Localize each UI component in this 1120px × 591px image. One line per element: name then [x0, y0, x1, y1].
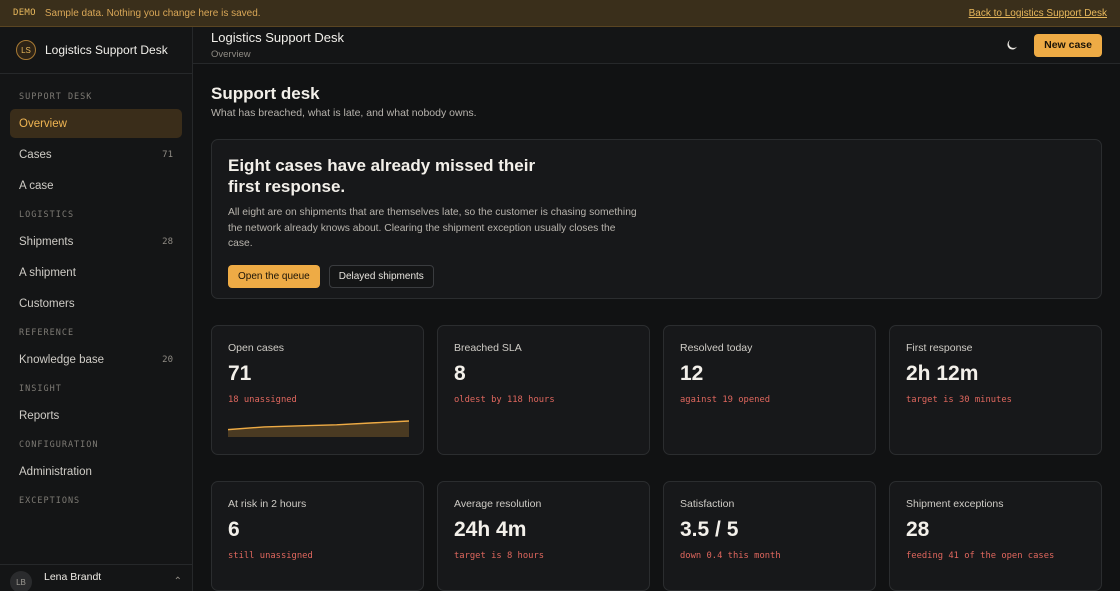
sidebar-nav: SUPPORT DESK Overview Cases 71 A case LOGISTI… — [0, 74, 192, 591]
metric-note: target is 30 minutes — [906, 395, 1012, 405]
sidebar-item-administration[interactable]: Administration — [10, 457, 182, 486]
sidebar-item-count: 20 — [162, 354, 173, 365]
nav-section-title: CONFIGURATION — [19, 440, 99, 450]
metric-note: still unassigned — [228, 551, 313, 561]
metric-value: 71 — [228, 362, 252, 385]
metric-label: Resolved today — [680, 342, 753, 354]
sidebar-item-label: A shipment — [19, 266, 76, 279]
user-menu-icon[interactable]: ⌃ — [174, 576, 182, 587]
metric-label: First response — [906, 342, 973, 354]
topbar: Logistics Support Desk Overview New case — [193, 27, 1120, 64]
new-case-button[interactable]: New case — [1034, 33, 1102, 57]
nav-section-title: REFERENCE — [19, 328, 75, 338]
sidebar-item-count: 71 — [162, 149, 173, 160]
metric-card-average-resolution[interactable]: Average resolution 24h 4m target is 8 hour… — [437, 481, 650, 591]
metrics-row-1: Open cases 71 18 unassigned Breached SLA 8 ol… — [211, 325, 1102, 455]
metric-card-open-cases[interactable]: Open cases 71 18 unassigned — [211, 325, 424, 455]
sidebar-item-label: Overview — [19, 117, 67, 130]
metric-value: 8 — [454, 362, 466, 385]
metric-card-first-response[interactable]: First response 2h 12m target is 30 minutes — [889, 325, 1102, 455]
sidebar-item-count: 28 — [162, 236, 173, 247]
sidebar-item-label: Cases — [19, 148, 52, 161]
alert-body: All eight are on shipments that are them… — [228, 207, 637, 249]
brand-name: Logistics Support Desk — [45, 43, 168, 57]
page-subtitle: What has breached, what is late, and wha… — [211, 107, 477, 119]
sidebar-item-a-case[interactable]: A case — [10, 171, 182, 200]
alert-title: Eight cases have already missed their fi… — [228, 156, 536, 196]
metric-value: 2h 12m — [906, 362, 979, 385]
metric-note: oldest by 118 hours — [454, 395, 555, 405]
metric-value: 28 — [906, 518, 930, 541]
breadcrumb: Overview — [211, 49, 251, 60]
nav-section-title: INSIGHT — [19, 384, 62, 394]
metric-value: 6 — [228, 518, 240, 541]
alert-panel: Eight cases have already missed their fi… — [211, 139, 1102, 299]
metric-value: 12 — [680, 362, 704, 385]
sidebar-item-label: A case — [19, 179, 54, 192]
metric-label: Satisfaction — [680, 498, 735, 510]
nav-section-title: SUPPORT DESK — [19, 92, 93, 102]
metric-note: 18 unassigned — [228, 395, 297, 405]
topbar-title: Logistics Support Desk — [211, 30, 344, 45]
content: Support desk What has breached, what is … — [193, 64, 1120, 591]
nav-section-title: LOGISTICS — [19, 210, 75, 220]
sidebar-item-overview[interactable]: Overview — [10, 109, 182, 138]
sidebar-item-label: Shipments — [19, 235, 74, 248]
sidebar-item-label: Administration — [19, 465, 92, 478]
metric-card-breached-sla[interactable]: Breached SLA 8 oldest by 118 hours — [437, 325, 650, 455]
metrics-row-2: At risk in 2 hours 6 still unassigned Avera… — [211, 481, 1102, 591]
back-link[interactable]: Back to Logistics Support Desk — [969, 8, 1107, 19]
metric-value: 24h 4m — [454, 518, 527, 541]
sidebar-item-cases[interactable]: Cases 71 — [10, 140, 182, 169]
metric-label: Breached SLA — [454, 342, 522, 354]
metric-label: At risk in 2 hours — [228, 498, 307, 510]
demo-tag: DEMO — [13, 8, 36, 18]
page-title: Support desk — [211, 84, 320, 103]
sparkline-area — [228, 421, 409, 437]
user-avatar: LB — [10, 571, 32, 591]
sidebar-item-label: Customers — [19, 297, 75, 310]
metric-label: Average resolution — [454, 498, 542, 510]
brand-avatar: LS — [16, 40, 36, 60]
demo-message: Sample data. Nothing you change here is … — [44, 7, 261, 19]
metric-note: target is 8 hours — [454, 551, 545, 561]
sidebar-item-reports[interactable]: Reports — [10, 401, 182, 430]
sidebar-item-knowledge-base[interactable]: Knowledge base 20 — [10, 345, 182, 374]
metric-card-shipment-exceptions[interactable]: Shipment exceptions 28 feeding 41 of the o… — [889, 481, 1102, 591]
metric-card-satisfaction[interactable]: Satisfaction 3.5 / 5 down 0.4 this month — [663, 481, 876, 591]
metric-note: down 0.4 this month — [680, 551, 781, 561]
brand[interactable]: LS Logistics Support Desk — [0, 27, 192, 74]
moon-icon[interactable] — [1004, 37, 1020, 53]
open-queue-button[interactable]: Open the queue — [228, 264, 320, 288]
metric-card-at-risk-in-2-hours[interactable]: At risk in 2 hours 6 still unassigned — [211, 481, 424, 591]
open-cases-sparkline — [228, 420, 409, 437]
user-name: Lena Brandt — [44, 571, 102, 583]
metric-value: 3.5 / 5 — [680, 518, 739, 541]
main: Logistics Support Desk Overview New case… — [193, 27, 1120, 591]
metric-note: feeding 41 of the open cases — [906, 551, 1055, 561]
user-profile[interactable]: LB Lena Brandt ⌃ — [0, 564, 192, 591]
metric-note: against 19 opened — [680, 395, 771, 405]
metric-label: Open cases — [228, 342, 285, 354]
metric-label: Shipment exceptions — [906, 498, 1004, 510]
sidebar-item-shipments[interactable]: Shipments 28 — [10, 227, 182, 256]
sidebar-item-a-shipment[interactable]: A shipment — [10, 258, 182, 287]
metric-card-resolved-today[interactable]: Resolved today 12 against 19 opened — [663, 325, 876, 455]
sidebar-item-customers[interactable]: Customers — [10, 289, 182, 318]
sidebar-item-label: Reports — [19, 409, 60, 422]
sidebar: LS Logistics Support Desk SUPPORT DESK Ov… — [0, 27, 193, 591]
nav-section-title: EXCEPTIONS — [19, 496, 81, 506]
delayed-shipments-button[interactable]: Delayed shipments — [328, 264, 434, 288]
sidebar-item-label: Knowledge base — [19, 353, 105, 366]
demo-banner: DEMO Sample data. Nothing you change her… — [0, 0, 1120, 27]
